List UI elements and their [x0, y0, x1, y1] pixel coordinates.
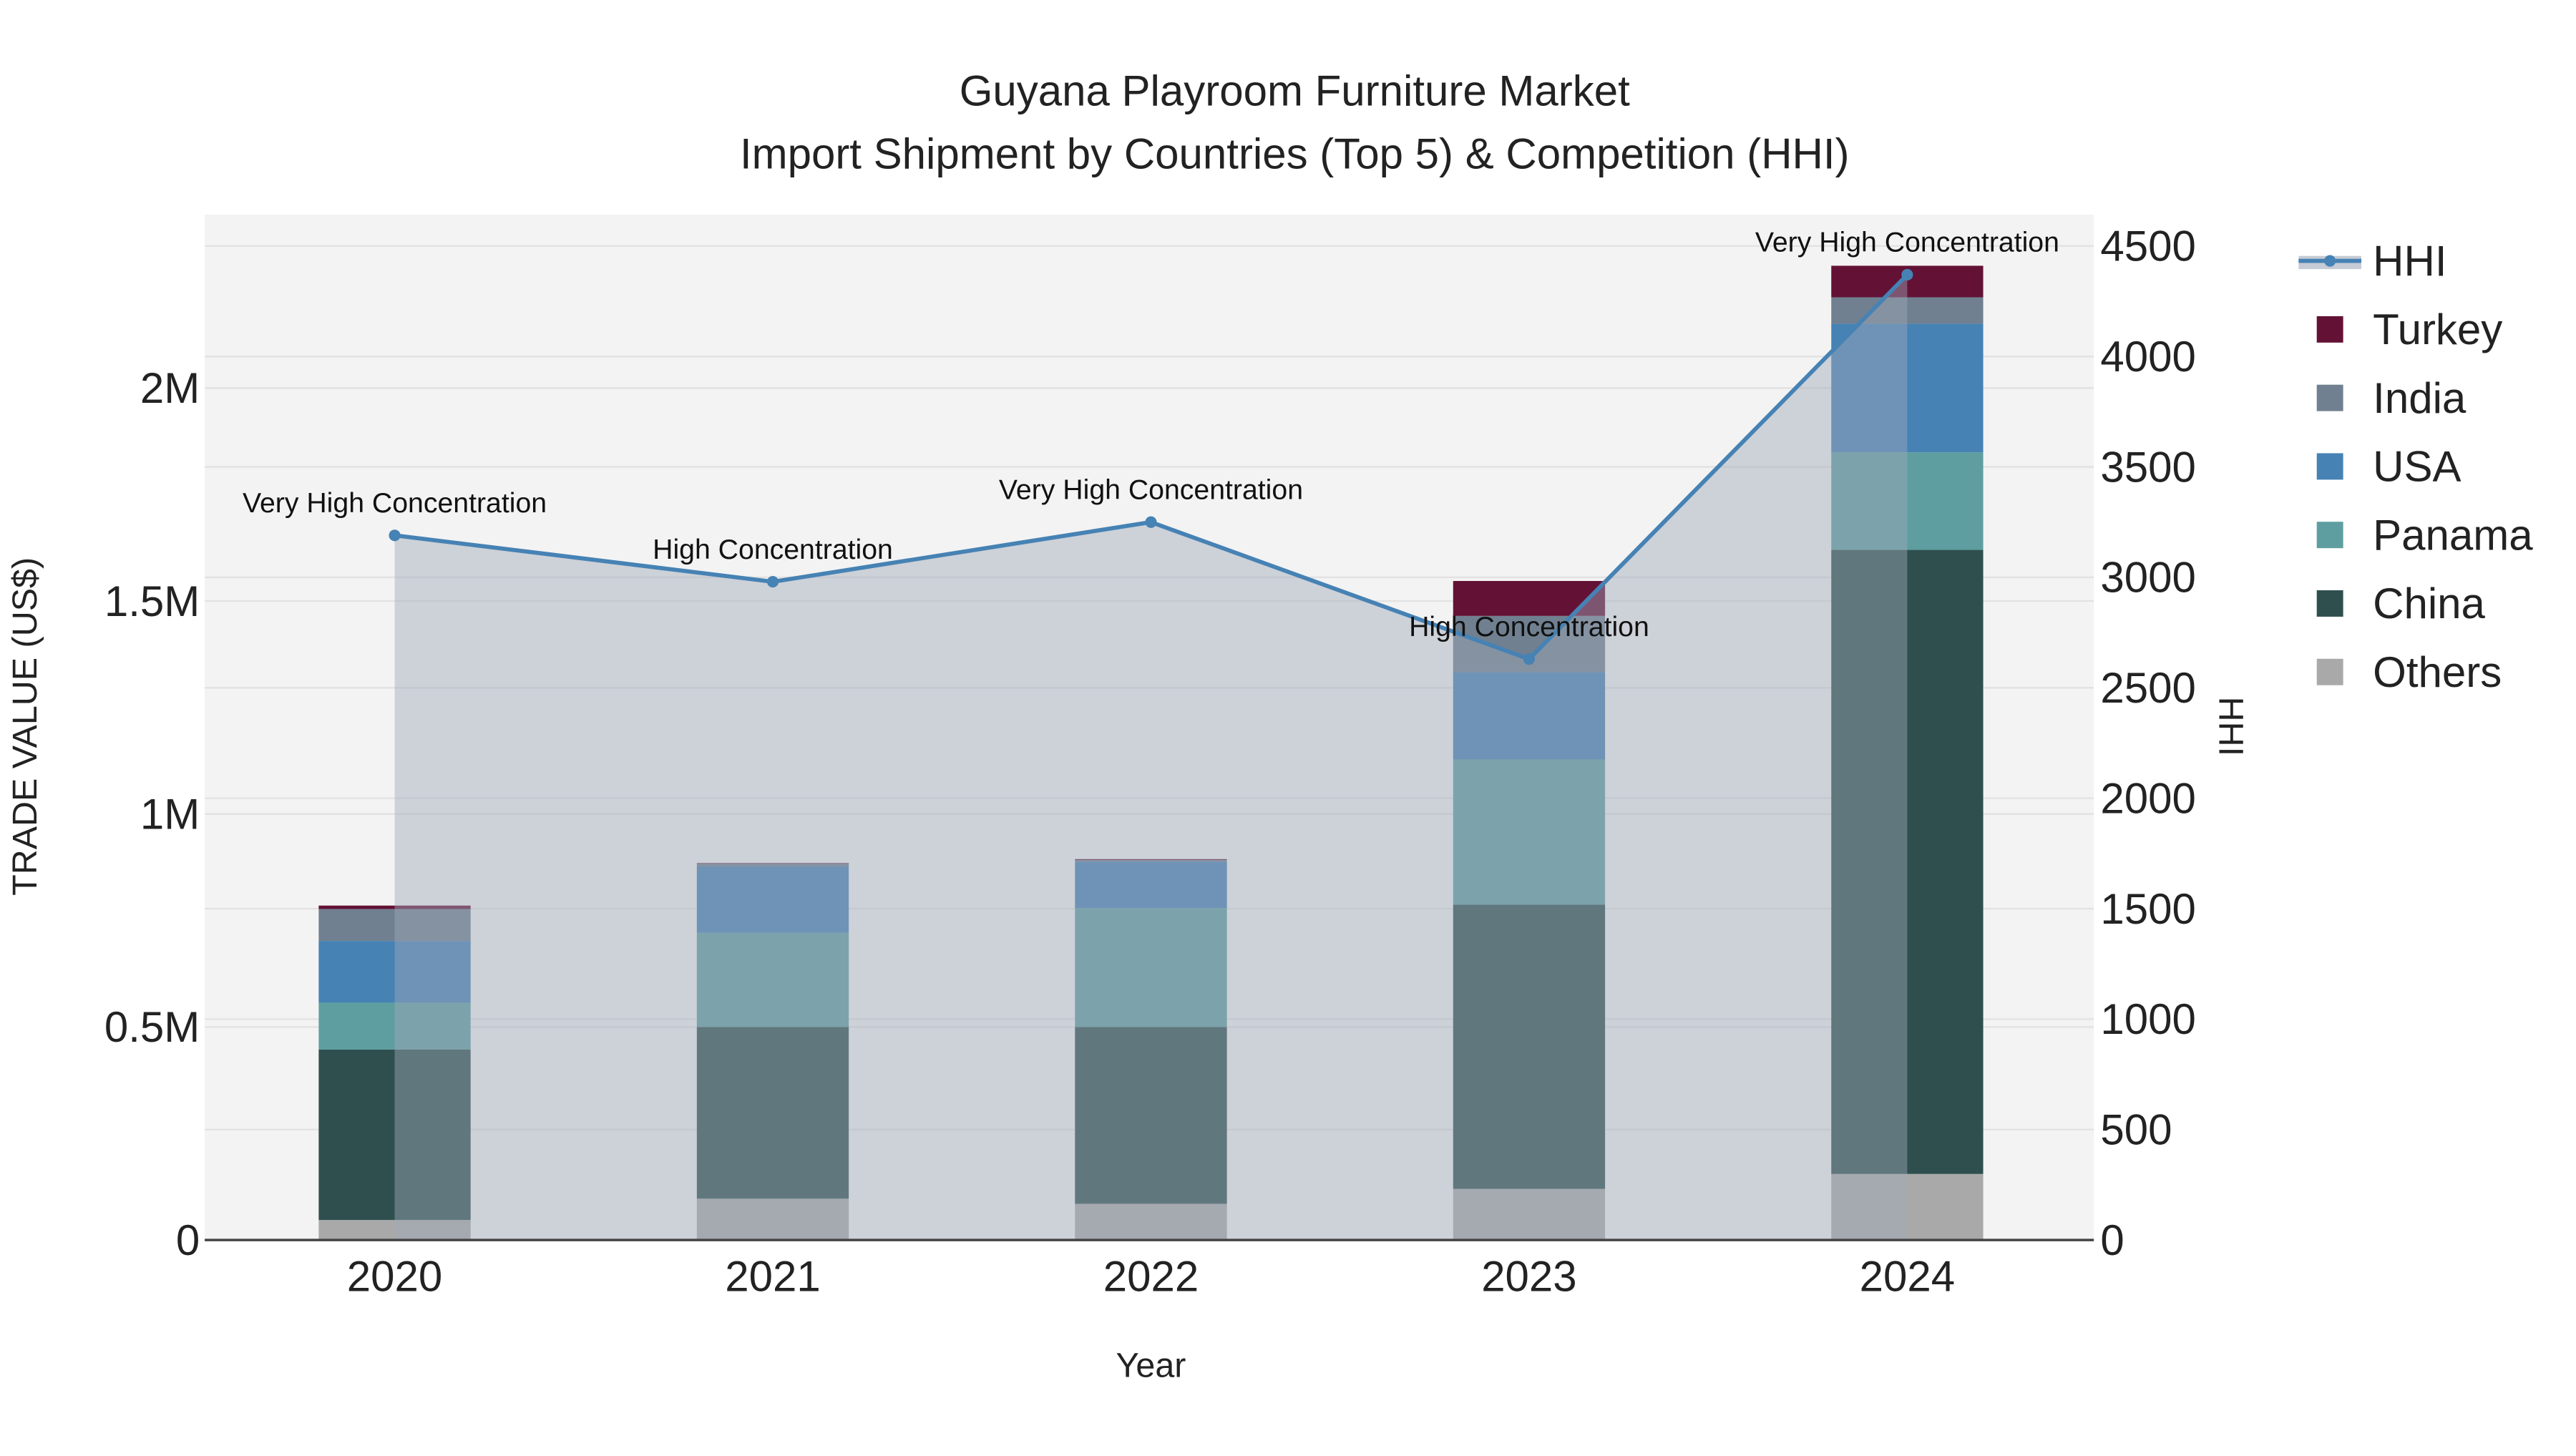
y2-tick-label: 3000 — [2100, 554, 2195, 602]
y2-axis-title: HHI — [2212, 697, 2250, 756]
legend-item-china: China — [2316, 580, 2486, 627]
legend-label: USA — [2373, 443, 2461, 491]
legend-label: HHI — [2373, 237, 2446, 285]
y-tick-label: 0.5M — [104, 1003, 200, 1051]
chart-title: Guyana Playroom Furniture Market — [960, 67, 1630, 115]
y2-tick-label: 3500 — [2100, 443, 2195, 491]
chart-container: Guyana Playroom Furniture Market Import … — [0, 0, 2576, 1448]
hhi-point — [389, 529, 401, 542]
y2-tick-label: 500 — [2100, 1105, 2172, 1153]
hhi-annotation: Very High Concentration — [243, 487, 547, 519]
hhi-annotation: High Concentration — [653, 534, 893, 565]
legend-item-turkey: Turkey — [2316, 306, 2502, 353]
y-tick-label: 2M — [140, 364, 200, 412]
chart: Guyana Playroom Furniture Market Import … — [6, 67, 2534, 1385]
legend-item-others: Others — [2316, 648, 2502, 696]
y2-tick-label: 2000 — [2100, 774, 2195, 822]
legend-label: Others — [2373, 648, 2502, 696]
x-tick-label: 2020 — [347, 1253, 442, 1301]
y-tick-label: 1M — [140, 790, 200, 838]
hhi-annotation: Very High Concentration — [1755, 227, 2059, 258]
hhi-point — [1145, 516, 1157, 528]
legend-point-swatch — [2324, 255, 2336, 267]
legend-item-hhi: HHI — [2298, 237, 2447, 285]
y2-tick-label: 4000 — [2100, 333, 2195, 381]
hhi-annotation: Very High Concentration — [999, 474, 1303, 505]
y2-tick-label: 1500 — [2100, 885, 2195, 933]
y2-tick-label: 2500 — [2100, 664, 2195, 712]
chart-subtitle: Import Shipment by Countries (Top 5) & C… — [740, 130, 1850, 177]
y2-tick-label: 1000 — [2100, 995, 2195, 1043]
legend-label: Panama — [2373, 511, 2533, 559]
legend-item-india: India — [2316, 374, 2467, 422]
legend-swatch — [2316, 522, 2343, 549]
hhi-annotation: High Concentration — [1409, 611, 1649, 643]
legend-swatch — [2316, 590, 2343, 617]
legend-swatch — [2316, 658, 2343, 685]
bar-india — [1831, 297, 1984, 324]
y-tick-label: 0 — [176, 1216, 200, 1264]
hhi-point — [1901, 268, 1913, 281]
y2-tick-label: 4500 — [2100, 223, 2195, 270]
legend-item-usa: USA — [2316, 443, 2462, 491]
y2-tick-label: 0 — [2100, 1216, 2124, 1264]
legend-swatch — [2316, 384, 2343, 411]
hhi-point — [766, 576, 779, 588]
x-axis-title: Year — [1116, 1347, 1186, 1385]
x-tick-label: 2023 — [1481, 1253, 1576, 1301]
legend-item-panama: Panama — [2316, 511, 2533, 559]
legend-swatch — [2316, 453, 2343, 480]
hhi-point — [1523, 653, 1536, 665]
x-tick-label: 2022 — [1103, 1253, 1199, 1301]
x-tick-label: 2024 — [1860, 1253, 1955, 1301]
y-axis-title: TRADE VALUE (US$) — [6, 557, 44, 896]
legend-label: India — [2373, 374, 2467, 422]
legend-label: China — [2373, 580, 2485, 627]
y-tick-label: 1.5M — [104, 577, 200, 625]
legend-label: Turkey — [2373, 306, 2502, 353]
legend-swatch — [2316, 316, 2343, 343]
x-tick-label: 2021 — [725, 1253, 820, 1301]
